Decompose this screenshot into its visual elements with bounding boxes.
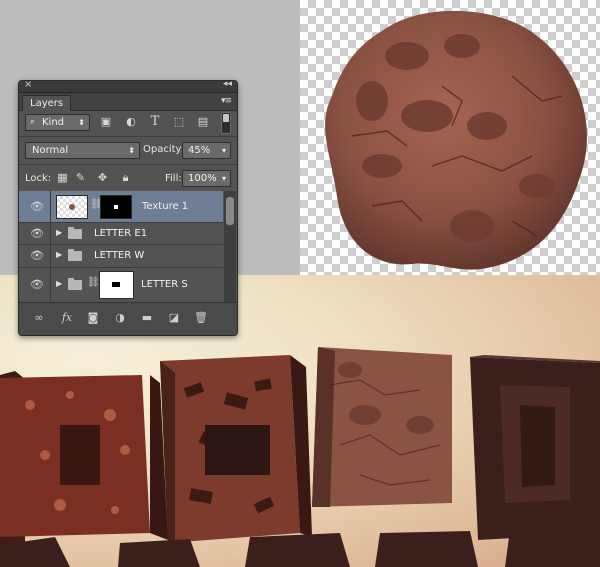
link-layers-icon[interactable]: ∞ [31, 311, 47, 325]
add-mask-icon[interactable]: ◙ [85, 311, 101, 325]
filter-kind-select[interactable]: ⌕ Kind ⬍ [25, 114, 90, 131]
cookie-image [325, 10, 587, 270]
layer-name: LETTER W [94, 250, 145, 261]
lock-transparent-pixels-icon[interactable]: ▦ [56, 171, 69, 184]
blend-mode-value: Normal [32, 145, 69, 156]
new-group-icon[interactable]: ▬ [139, 311, 155, 325]
visibility-eye-icon[interactable]: 👁︎ [25, 249, 49, 262]
layer-mask-thumbnail[interactable] [100, 195, 132, 219]
layer-row-texture-1[interactable]: 👁︎ ⛓︎ Texture 1 [19, 191, 223, 223]
layer-row-letter-s[interactable]: 👁︎ ▶ ⛓︎ LETTER S [19, 267, 223, 302]
fill-value: 100% [188, 173, 217, 184]
shape-filter-icon[interactable]: ⬚ [172, 115, 186, 129]
panel-bottom-toolbar: ∞ fx ◙ ◑ ▬ ◪ 🗑︎ [19, 302, 237, 335]
visibility-eye-icon[interactable]: 👁︎ [25, 227, 49, 240]
lock-label: Lock: [25, 173, 52, 184]
divider [50, 244, 51, 267]
layer-name: Texture 1 [142, 201, 189, 212]
link-chain-icon[interactable]: ⛓︎ [87, 277, 100, 288]
lock-position-icon[interactable]: ✥ [96, 171, 109, 184]
visibility-eye-icon[interactable]: 👁︎ [25, 200, 49, 213]
chevron-down-icon[interactable]: ▾ [222, 143, 226, 158]
folder-icon [68, 278, 82, 290]
fill-field[interactable]: 100% ▾ [182, 170, 231, 187]
layers-panel: × ◂◂ Layers ▾≡ ⌕ Kind ⬍ ▣ ◐ T ⬚ ▤ Normal… [18, 80, 238, 336]
opacity-label: Opacity: [143, 144, 185, 155]
adjustment-layer-icon[interactable]: ◑ [112, 311, 128, 325]
panel-titlebar: × ◂◂ [19, 81, 237, 93]
divider [50, 222, 51, 244]
layer-thumbnail[interactable] [56, 195, 88, 219]
type-filter-icon[interactable]: T [148, 115, 162, 129]
layer-row-letter-e1[interactable]: 👁︎ ▶ LETTER E1 [19, 222, 223, 245]
chevron-down-icon[interactable]: ▾ [222, 171, 226, 186]
fill-label: Fill: [165, 173, 182, 184]
layer-mask-thumbnail[interactable] [99, 271, 134, 299]
filter-kind-label: Kind [42, 117, 65, 128]
opacity-field[interactable]: 45% ▾ [182, 142, 231, 159]
expand-group-icon[interactable]: ▶ [56, 228, 62, 237]
visibility-eye-icon[interactable]: 👁︎ [25, 278, 49, 291]
blend-mode-select[interactable]: Normal ⬍ [25, 142, 140, 159]
layer-name: LETTER S [141, 279, 188, 290]
divider [19, 136, 237, 137]
expand-group-icon[interactable]: ▶ [56, 250, 62, 259]
divider [50, 191, 51, 222]
scrollbar-thumb[interactable] [226, 197, 234, 225]
expand-group-icon[interactable]: ▶ [56, 279, 62, 288]
lock-image-pixels-icon[interactable]: ✎ [74, 171, 87, 184]
opacity-value: 45% [188, 145, 211, 156]
panel-tab-row: Layers ▾≡ [19, 93, 237, 111]
divider [50, 267, 51, 302]
smart-object-filter-icon[interactable]: ▤ [196, 115, 210, 129]
folder-icon [68, 227, 82, 239]
folder-icon [68, 249, 82, 261]
new-layer-icon[interactable]: ◪ [166, 311, 182, 325]
search-icon: ⌕ [30, 117, 36, 127]
layer-list: 👁︎ ⛓︎ Texture 1 👁︎ ▶ LETTER E1 👁︎ ▶ LETT… [19, 191, 223, 302]
stepper-arrows-icon: ⬍ [78, 118, 85, 127]
image-filter-icon[interactable]: ▣ [99, 115, 113, 129]
filter-toggle-switch[interactable] [221, 112, 231, 134]
divider [19, 164, 237, 165]
adjustment-filter-icon[interactable]: ◐ [124, 115, 138, 129]
panel-menu-icon[interactable]: ▾≡ [221, 96, 232, 106]
collapse-panel-icon[interactable]: ◂◂ [223, 81, 232, 89]
layer-name: LETTER E1 [94, 228, 148, 239]
layer-list-scrollbar[interactable] [224, 191, 236, 302]
layer-row-letter-w[interactable]: 👁︎ ▶ LETTER W [19, 244, 223, 268]
tab-layers[interactable]: Layers [22, 95, 72, 111]
trash-icon[interactable]: 🗑︎ [193, 311, 209, 325]
stepper-arrows-icon: ⬍ [128, 146, 135, 155]
lock-all-icon[interactable]: 🔒︎ [119, 171, 132, 184]
fx-icon[interactable]: fx [59, 311, 75, 325]
close-icon[interactable]: × [24, 81, 32, 90]
